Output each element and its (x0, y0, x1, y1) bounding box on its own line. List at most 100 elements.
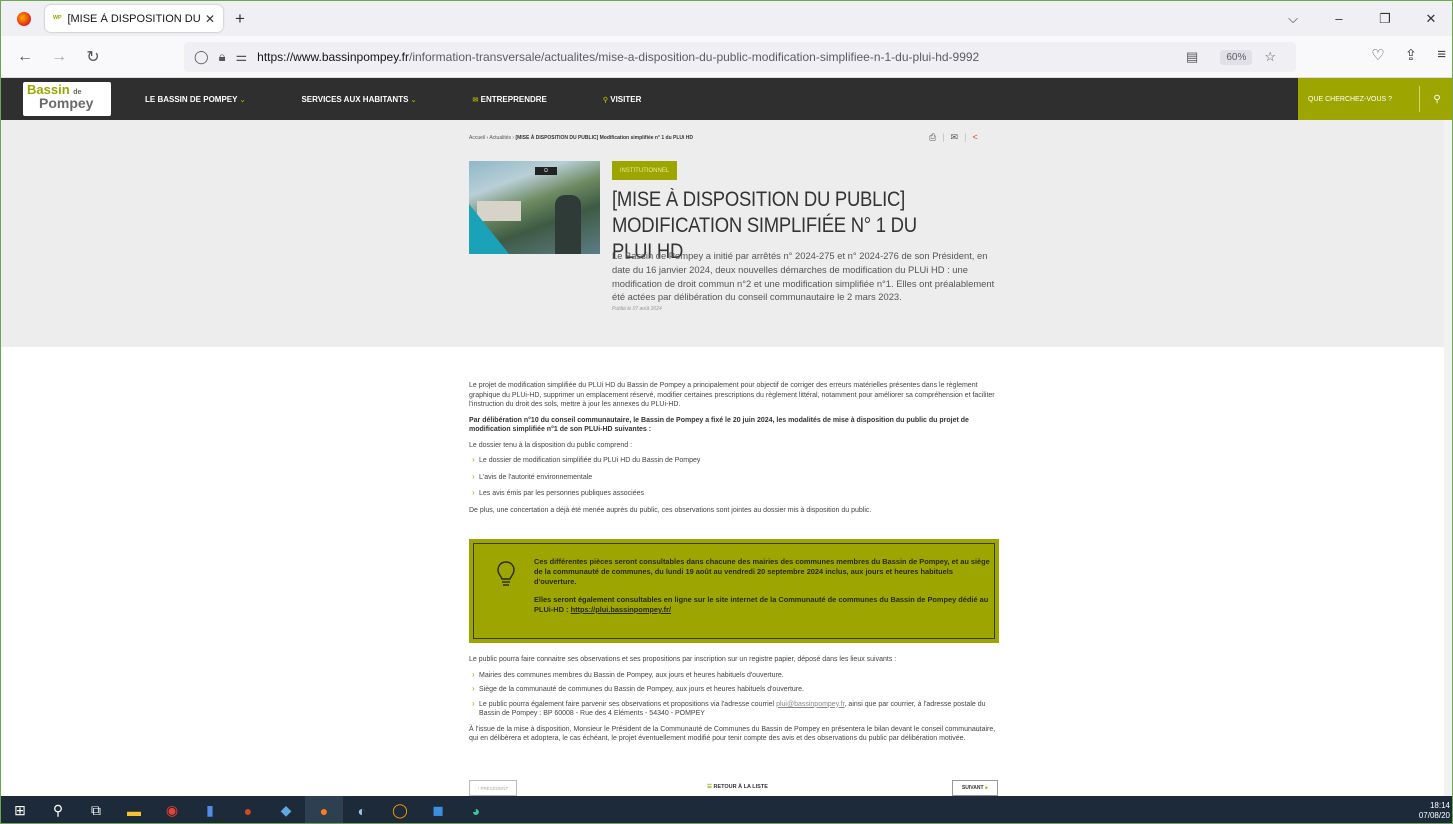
back-to-list-button[interactable]: ☰ RETOUR À LA LISTE (707, 784, 768, 790)
task-view-icon[interactable]: ⧉ (77, 796, 115, 823)
toolbar-right: ♡ ⇪ ≡ (1371, 46, 1446, 64)
pocket-icon[interactable]: ♡ (1371, 46, 1384, 64)
list-item: Les avis émis par les personnes publique… (469, 488, 997, 499)
location-pin-icon: ⚲ (602, 96, 609, 104)
menu-item-visiter[interactable]: ⚲ VISITER (603, 95, 642, 104)
email-link[interactable]: plui@bassinpompey.fr (776, 701, 844, 708)
forward-icon[interactable]: → (49, 48, 69, 66)
back-icon[interactable]: ← (15, 48, 35, 66)
site-logo[interactable]: Bassin de Pompey (23, 82, 111, 116)
paragraph: Le projet de modification simplifiée du … (469, 382, 995, 408)
site-header: Bassin de Pompey LE BASSIN DE POMPEY ⌄ S… (1, 78, 1452, 120)
powerpoint-icon[interactable]: ● (229, 796, 267, 823)
tool-divider: | (964, 132, 967, 142)
list-icon: ☰ (707, 784, 712, 790)
favicon-icon: ᵂᴾ (53, 14, 62, 23)
list-item: Le dossier de modification simplifiée du… (469, 455, 997, 466)
new-tab-button[interactable]: + (235, 9, 245, 29)
paragraph-bold: Par délibération n°10 du conseil communa… (469, 416, 969, 434)
close-tab-icon[interactable]: ✕ (205, 12, 215, 26)
search-placeholder[interactable]: QUE CHERCHEZ-VOUS ? (1308, 96, 1419, 103)
share-icon[interactable]: ⇪ (1405, 46, 1418, 64)
plui-link[interactable]: https://plui.bassinpompey.fr/ (571, 605, 671, 614)
restore-icon[interactable]: ❐ (1362, 11, 1408, 27)
permissions-icon[interactable]: ⚌ (235, 49, 247, 65)
menu-icon[interactable]: ≡ (1437, 46, 1446, 64)
chrome-icon[interactable]: ◉ (153, 796, 191, 823)
paragraph: De plus, une concertation a déjà été men… (469, 506, 872, 514)
file-explorer-icon[interactable]: ▬ (115, 796, 153, 823)
callout-frame: Ces différentes pièces seront consultabl… (473, 543, 995, 639)
reader-view-icon[interactable]: ▤ (1186, 49, 1198, 65)
chevron-down-icon: ⌄ (239, 96, 246, 104)
menu-item-entreprendre[interactable]: ✉ ENTREPRENDRE (473, 95, 547, 104)
paint-icon[interactable]: ◐ (343, 796, 381, 823)
url-text[interactable]: https://www.bassinpompey.fr/information-… (257, 50, 1186, 64)
list-tabs-icon[interactable]: ⌵ (1270, 11, 1316, 27)
article-body-2: Le public pourra faire connaitre ses obs… (469, 655, 997, 750)
callout-paragraph: Ces différentes pièces seront consultabl… (534, 557, 990, 586)
image-accent (469, 204, 509, 254)
bookmark-star-icon[interactable]: ☆ (1264, 49, 1276, 65)
article-hero: Accueil › Actualités › [MISE À DISPOSITI… (1, 120, 1452, 347)
share-icon[interactable]: < (972, 132, 977, 143)
windows-taskbar: ⊞ ⚲ ⧉ ▬ ◉ ▮ ● ◆ ● ◐ ◯ ◼ ◕ 18:14 07/08/20 (1, 796, 1452, 823)
breadcrumb-home[interactable]: Accueil (469, 135, 485, 141)
menu-item-services[interactable]: SERVICES AUX HABITANTS ⌄ (301, 95, 416, 104)
category-tag[interactable]: INSTITUTIONNEL (612, 161, 677, 180)
document-list: Le dossier de modification simplifiée du… (469, 455, 997, 499)
list-item: Mairies des communes membres du Bassin d… (469, 670, 997, 681)
previous-button[interactable]: ‹ PRÉCÉDENT (469, 780, 517, 796)
breadcrumb-news[interactable]: Actualités (489, 135, 511, 141)
minimize-icon[interactable]: – (1316, 11, 1362, 26)
page-scrollbar[interactable] (1444, 120, 1452, 796)
article-intro: Le Bassin de Pompey a initié par arrêtés… (612, 250, 995, 303)
app-icon[interactable]: ◯ (381, 796, 419, 823)
chevron-down-icon: ⌄ (410, 96, 417, 104)
lock-icon[interactable]: 🔒︎ (219, 49, 226, 65)
firefox-taskbar-icon[interactable]: ● (305, 796, 343, 823)
firefox-icon[interactable] (17, 11, 31, 26)
tab-strip: ᵂᴾ [MISE À DISPOSITION DU PUBLI ✕ + ⌵ – … (1, 1, 1452, 36)
url-bar[interactable]: ◯ 🔒︎ ⚌ https://www.bassinpompey.fr/infor… (184, 42, 1296, 72)
callout-text: Ces différentes pièces seront consultabl… (534, 557, 994, 623)
breadcrumb-current: [MISE À DISPOSITION DU PUBLIC] Modificat… (515, 135, 694, 141)
search-icon[interactable]: ⚲ (39, 796, 77, 823)
article-tools: ⎙ | ✉ | < (929, 132, 978, 143)
locations-list: Mairies des communes membres du Bassin d… (469, 670, 997, 719)
image-sign: Ω (535, 167, 557, 175)
system-clock[interactable]: 18:14 07/08/20 (1419, 801, 1450, 821)
menu-item-bassin[interactable]: LE BASSIN DE POMPEY ⌄ (145, 95, 245, 104)
next-button[interactable]: SUIVANT ▸ (952, 780, 998, 796)
article-body: Le projet de modification simplifiée du … (469, 381, 997, 521)
callout-paragraph: Elles seront également consultables en l… (534, 595, 989, 614)
print-icon[interactable]: ⎙ (929, 132, 936, 143)
shield-icon[interactable]: ◯ (194, 49, 209, 65)
tab-active[interactable]: ᵂᴾ [MISE À DISPOSITION DU PUBLI ✕ (45, 5, 223, 32)
breadcrumb: Accueil › Actualités › [MISE À DISPOSITI… (469, 135, 694, 141)
email-icon[interactable]: ✉ (951, 132, 959, 143)
article-pager: ‹ PRÉCÉDENT ☰ RETOUR À LA LISTE SUIVANT ▸ (469, 780, 998, 796)
nav-toolbar: ← → ↻ ◯ 🔒︎ ⚌ https://www.bassinpompey.fr… (1, 36, 1452, 78)
list-item: Le public pourra également faire parveni… (469, 699, 997, 719)
edge-icon[interactable]: ◕ (457, 796, 495, 823)
windows-start-icon[interactable]: ⊞ (1, 796, 39, 823)
close-window-icon[interactable]: ✕ (1408, 11, 1452, 27)
window-controls: ⌵ – ❐ ✕ (1270, 1, 1452, 36)
browser-window: ᵂᴾ [MISE À DISPOSITION DU PUBLI ✕ + ⌵ – … (0, 0, 1453, 824)
image-person (555, 195, 581, 254)
search-icon[interactable]: ⚲ (1420, 94, 1452, 105)
zoom-level[interactable]: 60% (1220, 49, 1253, 65)
app-icon[interactable]: ◆ (267, 796, 305, 823)
main-menu: LE BASSIN DE POMPEY ⌄ SERVICES AUX HABIT… (145, 95, 641, 104)
info-callout: Ces différentes pièces seront consultabl… (469, 539, 999, 643)
list-item: L'avis de l'autorité environnementale (469, 472, 997, 483)
paragraph: À l'issue de la mise à disposition, Mons… (469, 725, 996, 743)
notepad-icon[interactable]: ▮ (191, 796, 229, 823)
reload-icon[interactable]: ↻ (83, 47, 103, 67)
site-search[interactable]: QUE CHERCHEZ-VOUS ? ⚲ (1298, 78, 1452, 120)
outlook-icon[interactable]: ◼ (419, 796, 457, 823)
tool-divider: | (942, 132, 945, 142)
published-date: Publié le 07 août 2024 (612, 306, 662, 312)
list-item: Siège de la communauté de communes du Ba… (469, 684, 997, 695)
